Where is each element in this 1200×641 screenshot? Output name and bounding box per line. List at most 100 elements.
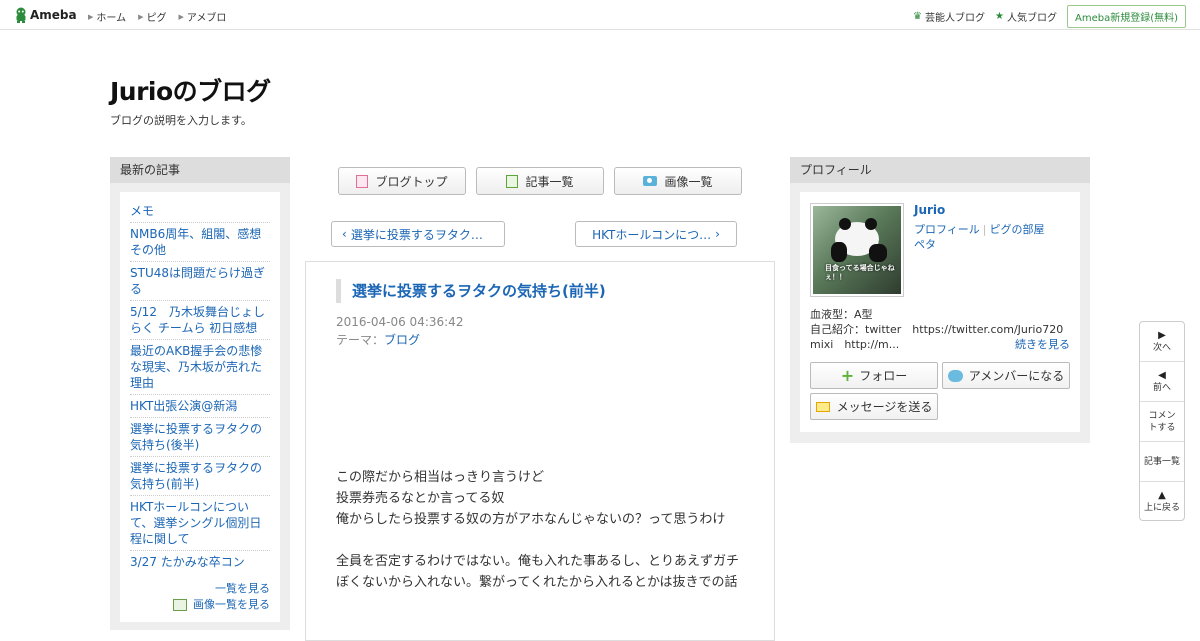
nav-pigg-label: ピグ (146, 13, 167, 24)
sidebar-more-links: 一覧を見る 画像一覧を見る (130, 581, 270, 613)
article-link[interactable]: HKTホールコンについて、選挙シングル個別日程に関して (130, 500, 261, 546)
blog-title[interactable]: Jurioのブログ (110, 72, 271, 108)
back-to-top-label: 上に戻る (1143, 503, 1180, 513)
caret-right-icon: ▶ (138, 12, 144, 21)
blog-description: ブログの説明を入力します。 (110, 114, 252, 127)
star-icon: ★ (995, 11, 1004, 22)
next-label: 次へ (1152, 342, 1171, 353)
arrow-right-icon: ▶ (1158, 329, 1166, 341)
profile-image[interactable]: 目食ってる場合じゃねぇ！！ (810, 203, 904, 297)
documents-icon (506, 174, 519, 188)
global-nav: ▶ ホーム ▶ ピグ ▶ アメブロ (88, 9, 238, 25)
entry-paragraph: この際だから相当はっきり言うけど (336, 470, 545, 485)
top-bar: Ameba ▶ ホーム ▶ ピグ ▶ アメブロ ♛ 芸能人ブログ ★ 人気ブログ Ameb… (0, 0, 1200, 30)
amember-button[interactable]: アメンバーになる (942, 362, 1070, 389)
article-link[interactable]: 選挙に投票するヲタクの気持ち(前半) (130, 461, 262, 491)
profile-name[interactable]: Jurio (914, 203, 945, 217)
plus-icon: + (840, 366, 855, 385)
see-list-link[interactable]: 一覧を見る (215, 582, 270, 595)
prev-label: 前へ (1152, 382, 1171, 393)
follow-button[interactable]: + フォロー (810, 362, 938, 389)
caret-right-icon: ▶ (88, 12, 94, 21)
read-more-link[interactable]: 続きを見る (1015, 336, 1070, 352)
latest-articles-heading: 最新の記事 (110, 157, 290, 183)
nav-ameblo-label: アメブロ (186, 13, 227, 24)
image-list-button[interactable]: 画像一覧 (614, 167, 742, 195)
list-item: メモ (130, 200, 270, 223)
prev-article-label: 選挙に投票するヲタク… (350, 227, 483, 242)
article-list: メモ NMB6周年、組閣、感想その他 STU48は問題だらけ過ぎる 5/12 乃… (130, 200, 270, 573)
article-link[interactable]: 5/12 乃木坂舞台じょしらく チームら 初日感想 (130, 305, 265, 335)
chat-bubble-icon (947, 369, 963, 382)
self-intro: 自己紹介：twitter https://twitter.com/Jurio72… (810, 323, 1064, 336)
latest-articles-sidebar: 最新の記事 メモ NMB6周年、組閣、感想その他 STU48は問題だらけ過ぎる … (110, 157, 290, 630)
blog-page-icon (356, 174, 369, 188)
back-to-top-button[interactable]: ▲ 上に戻る (1140, 482, 1184, 522)
caret-right-icon: ▶ (178, 12, 184, 21)
profile-link[interactable]: プロフィール (914, 223, 980, 236)
entry-theme-link[interactable]: ブログ (384, 333, 420, 347)
celebrity-blog-link[interactable]: ♛ 芸能人ブログ (913, 9, 985, 24)
see-images-link[interactable]: 画像一覧を見る (193, 597, 270, 613)
blog-top-label: ブログトップ (375, 174, 448, 189)
profile-heading: プロフィール (790, 157, 1090, 183)
next-button[interactable]: ▶ 次へ (1140, 322, 1184, 362)
article-list-button[interactable]: 記事一覧 (476, 167, 604, 195)
blood-type: 血液型：A型 (810, 308, 873, 321)
nav-home[interactable]: ▶ ホーム (88, 9, 127, 25)
article-link[interactable]: 選挙に投票するヲタクの気持ち(後半) (130, 422, 262, 452)
link-separator: | (982, 223, 987, 236)
chevron-left-icon: ‹ (342, 227, 347, 241)
blog-top-button[interactable]: ブログトップ (338, 167, 466, 195)
article-link[interactable]: 3/27 たかみな卒コン (130, 555, 245, 569)
blog-entry: 選挙に投票するヲタクの気持ち(前半) 2016-04-06 04:36:42 テ… (305, 261, 775, 641)
arrow-up-icon: ▲ (1158, 490, 1166, 501)
send-message-label: メッセージを送る (836, 400, 933, 414)
blog-tab-buttons: ブログトップ 記事一覧 画像一覧 (338, 167, 742, 195)
profile-sidebar: プロフィール 目食ってる場合じゃねぇ！！ Jurio プロフィール | ピグの部屋 … (790, 157, 1090, 443)
image-list-label: 画像一覧 (664, 174, 713, 189)
prev-article-button[interactable]: ‹ 選挙に投票するヲタク… (331, 221, 505, 247)
list-item: 選挙に投票するヲタクの気持ち(後半) (130, 418, 270, 457)
list-item: 最近のAKB握手会の悲惨な現実、乃木坂が売れた理由 (130, 340, 270, 395)
entry-paragraph: 全員を否定するわけではない。俺も入れた事あるし、とりあえずガチぼくないから入れな… (336, 554, 740, 590)
latest-articles-body: メモ NMB6周年、組閣、感想その他 STU48は問題だらけ過ぎる 5/12 乃… (120, 192, 280, 622)
ameba-mascot-icon (16, 7, 26, 23)
article-link[interactable]: STU48は問題だらけ過ぎる (130, 266, 265, 296)
amember-label: アメンバーになる (968, 369, 1065, 383)
article-link[interactable]: NMB6周年、組閣、感想その他 (130, 227, 261, 257)
popular-blog-link[interactable]: ★ 人気ブログ (995, 9, 1057, 24)
send-message-button[interactable]: メッセージを送る (810, 393, 938, 420)
profile-links: プロフィール | ピグの部屋 ペタ (914, 222, 1059, 252)
article-link[interactable]: メモ (130, 204, 154, 218)
arrow-left-icon: ◀ (1158, 369, 1166, 381)
top-right-links: ♛ 芸能人ブログ ★ 人気ブログ Ameba新規登録(無料) (913, 5, 1186, 28)
list-item: NMB6周年、組閣、感想その他 (130, 223, 270, 262)
nav-pigg[interactable]: ▶ ピグ (138, 9, 167, 25)
entry-title[interactable]: 選挙に投票するヲタクの気持ち(前半) (336, 279, 606, 303)
comment-button[interactable]: コメントする (1140, 402, 1184, 442)
signup-button[interactable]: Ameba新規登録(無料) (1066, 5, 1186, 28)
ameba-logo[interactable]: Ameba (14, 6, 77, 24)
nav-home-label: ホーム (96, 13, 127, 24)
entry-paragraph: 俺からしたら投票する奴の方がアホなんじゃないの？って思うわけ (336, 512, 726, 527)
popular-blog-label: 人気ブログ (1006, 13, 1057, 24)
list-item: HKT出張公演@新潟 (130, 395, 270, 418)
peta-link[interactable]: ペタ (914, 238, 936, 251)
entry-paragraph: 投票券売るなとか言ってる奴 (336, 491, 505, 506)
chevron-right-icon: › (715, 227, 720, 241)
article-list-label: 記事一覧 (525, 174, 574, 189)
entry-theme-label: テーマ： (336, 333, 385, 347)
next-article-button[interactable]: HKTホールコンにつ… › (575, 221, 737, 247)
pigg-room-link[interactable]: ピグの部屋 (990, 223, 1045, 236)
article-link[interactable]: 最近のAKB握手会の悲惨な現実、乃木坂が売れた理由 (130, 344, 262, 390)
nav-ameblo[interactable]: ▶ アメブロ (178, 9, 227, 25)
prev-button[interactable]: ◀ 前へ (1140, 362, 1184, 402)
follow-label: フォロー (859, 369, 908, 383)
list-item: HKTホールコンについて、選挙シングル個別日程に関して (130, 496, 270, 551)
next-article-label: HKTホールコンにつ… (592, 227, 712, 242)
article-list-nav-label: 記事一覧 (1143, 456, 1180, 467)
article-list-nav-button[interactable]: 記事一覧 (1140, 442, 1184, 482)
article-link[interactable]: HKT出張公演@新潟 (130, 399, 237, 413)
